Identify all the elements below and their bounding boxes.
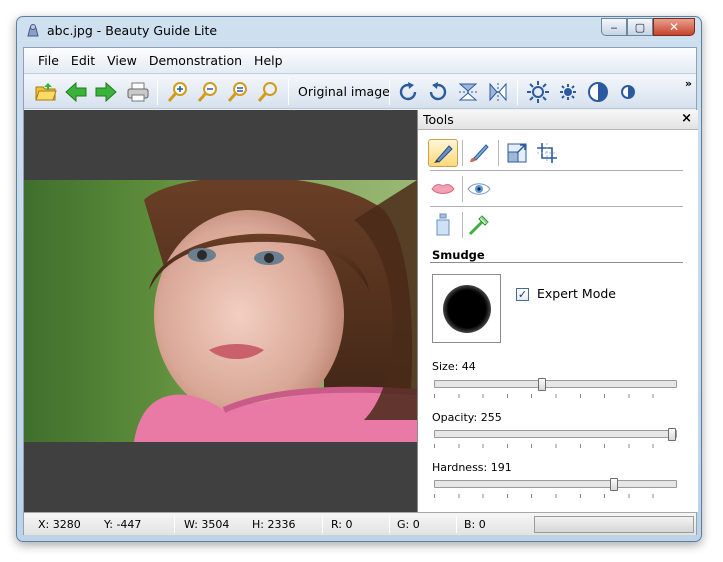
hardness-slider-thumb[interactable] — [610, 478, 618, 491]
forward-arrow-icon[interactable] — [92, 78, 120, 106]
toolbar-overflow-button[interactable]: » — [685, 77, 692, 90]
status-height: H: 2336 — [252, 518, 296, 531]
window-title: abc.jpg - Beauty Guide Lite — [47, 23, 218, 38]
rotate-left-icon[interactable] — [424, 78, 452, 106]
status-x: X: 3280 — [38, 518, 81, 531]
minimize-button[interactable]: ‒ — [601, 18, 627, 36]
progress-bar — [534, 516, 694, 533]
rotate-right-icon[interactable] — [394, 78, 422, 106]
back-arrow-icon[interactable] — [62, 78, 90, 106]
title-bar[interactable]: abc.jpg - Beauty Guide Lite ‒ ▢ ✕ — [17, 17, 701, 45]
toolbar: Original image » — [24, 75, 696, 109]
brightness-up-icon[interactable] — [524, 78, 552, 106]
tools-panel-header: Tools × — [418, 110, 698, 130]
expert-mode-checkbox[interactable]: ✓ — [516, 288, 529, 301]
image-canvas[interactable] — [24, 110, 417, 512]
size-slider-thumb[interactable] — [538, 378, 546, 391]
original-image-button[interactable]: Original image — [294, 78, 394, 106]
menu-help[interactable]: Help — [248, 48, 289, 74]
contrast-up-icon[interactable] — [584, 78, 612, 106]
lotion-tool-icon[interactable] — [428, 211, 458, 239]
eye-tool-icon[interactable] — [464, 175, 494, 203]
menu-file[interactable]: File — [32, 48, 65, 74]
zoom-in-icon[interactable] — [164, 78, 192, 106]
status-red: R: 0 — [331, 518, 353, 531]
zoom-actual-icon[interactable] — [254, 78, 282, 106]
crop-tool-icon[interactable] — [532, 139, 562, 167]
flip-horizontal-icon[interactable] — [484, 78, 512, 106]
toothbrush-tool-icon[interactable] — [464, 211, 494, 239]
app-window: abc.jpg - Beauty Guide Lite ‒ ▢ ✕ File E… — [16, 16, 702, 542]
size-slider-ticks — [434, 394, 677, 398]
expert-mode-label: Expert Mode — [537, 286, 616, 301]
status-bar: X: 3280 Y: -447 W: 3504 H: 2336 R: 0 G: … — [24, 512, 696, 535]
status-y: Y: -447 — [104, 518, 142, 531]
opacity-slider[interactable] — [434, 428, 677, 441]
opacity-slider-label: Opacity: 255 — [432, 411, 502, 424]
status-blue: B: 0 — [464, 518, 486, 531]
open-folder-icon[interactable] — [32, 78, 60, 106]
menu-demonstration[interactable]: Demonstration — [143, 48, 248, 74]
menu-bar: File Edit View Demonstration Help — [24, 48, 696, 74]
print-icon[interactable] — [124, 78, 152, 106]
menu-view[interactable]: View — [101, 48, 143, 74]
size-slider-label: Size: 44 — [432, 360, 476, 373]
brush-preview — [432, 274, 501, 343]
contrast-down-icon[interactable] — [614, 78, 642, 106]
resize-tool-icon[interactable] — [502, 139, 532, 167]
hardness-slider-label: Hardness: 191 — [432, 461, 512, 474]
smudge-section-title: Smudge — [432, 248, 485, 262]
tools-panel-title: Tools — [423, 112, 454, 127]
app-icon — [27, 24, 39, 37]
hardness-slider-ticks — [434, 494, 677, 498]
brush-tool-icon[interactable] — [464, 139, 494, 167]
hardness-slider[interactable] — [434, 478, 677, 491]
close-button[interactable]: ✕ — [653, 18, 695, 36]
maximize-button[interactable]: ▢ — [627, 18, 653, 36]
zoom-out-icon[interactable] — [194, 78, 222, 106]
zoom-fit-icon[interactable] — [224, 78, 252, 106]
opacity-slider-ticks — [434, 444, 677, 448]
status-green: G: 0 — [397, 518, 420, 531]
status-width: W: 3504 — [184, 518, 230, 531]
smudge-tool-icon[interactable] — [428, 139, 458, 167]
brightness-down-icon[interactable] — [554, 78, 582, 106]
opacity-slider-thumb[interactable] — [668, 428, 676, 441]
flip-vertical-icon[interactable] — [454, 78, 482, 106]
tools-panel-close-button[interactable]: × — [681, 111, 692, 126]
tools-panel: Tools × Smudge ✓ Expert Mode Size: 44 Op… — [417, 110, 698, 512]
brush-shape — [442, 284, 491, 333]
menu-edit[interactable]: Edit — [65, 48, 101, 74]
lips-tool-icon[interactable] — [428, 175, 458, 203]
size-slider[interactable] — [434, 378, 677, 391]
photo-image — [24, 180, 417, 442]
client-area: File Edit View Demonstration Help Origin… — [23, 47, 698, 535]
